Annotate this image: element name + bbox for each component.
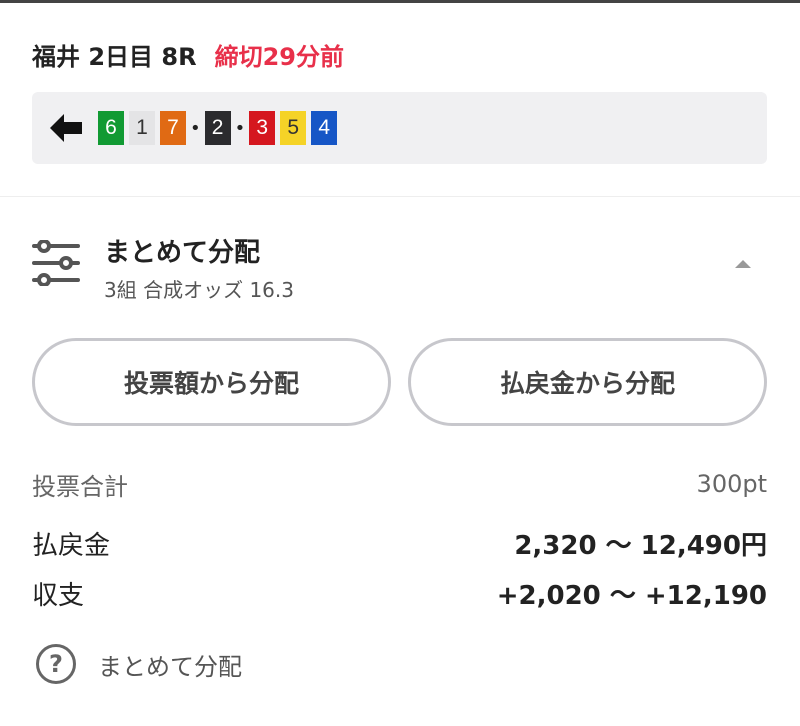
question-icon: ? xyxy=(36,644,76,684)
top-border xyxy=(0,0,800,3)
boat-number: 7 xyxy=(160,111,186,145)
section-divider xyxy=(0,196,800,197)
bet-total-row: 投票合計 300pt xyxy=(32,466,767,502)
help-label: まとめて分配 xyxy=(98,652,242,681)
help-link[interactable]: ? まとめて分配 xyxy=(36,642,242,686)
boat-number: 2 xyxy=(204,111,231,145)
boat-number: 1 xyxy=(129,111,155,145)
payout-label: 払戻金 xyxy=(32,530,111,561)
payout-value: 2,320 〜 12,490円 xyxy=(514,530,767,561)
profit-value: +2,020 〜 +12,190 xyxy=(496,580,767,611)
boat-number: 4 xyxy=(311,111,338,145)
sliders-icon xyxy=(32,240,80,286)
race-name: 福井 2日目 8R xyxy=(32,42,197,71)
profit-label: 収支 xyxy=(32,580,85,611)
group-separator: • xyxy=(234,117,246,139)
deadline-countdown: 締切29分前 xyxy=(214,42,344,71)
bet-total-value: 300pt xyxy=(696,470,767,498)
boat-number: 3 xyxy=(249,111,276,145)
arrow-left-icon xyxy=(50,114,82,142)
distribute-by-payout-button[interactable]: 払戻金から分配 xyxy=(408,338,767,426)
bet-total-label: 投票合計 xyxy=(32,472,128,501)
boat-number: 5 xyxy=(280,111,307,145)
distribution-subtitle: 3組 合成オッズ 16.3 xyxy=(104,278,294,302)
boat-number: 6 xyxy=(98,111,124,145)
race-header: 福井 2日目 8R 締切29分前 xyxy=(32,36,344,72)
distribution-header[interactable]: まとめて分配 3組 合成オッズ 16.3 xyxy=(32,228,767,304)
bet-combination: 6 1 7 • 2 • 3 5 4 xyxy=(32,92,767,164)
payout-row: 払戻金 2,320 〜 12,490円 xyxy=(32,524,767,562)
distribution-title: まとめて分配 xyxy=(104,238,261,268)
profit-row: 収支 +2,020 〜 +12,190 xyxy=(32,574,767,612)
distribute-by-bet-button[interactable]: 投票額から分配 xyxy=(32,338,391,426)
caret-up-icon[interactable] xyxy=(735,260,751,268)
group-separator: • xyxy=(190,117,201,139)
